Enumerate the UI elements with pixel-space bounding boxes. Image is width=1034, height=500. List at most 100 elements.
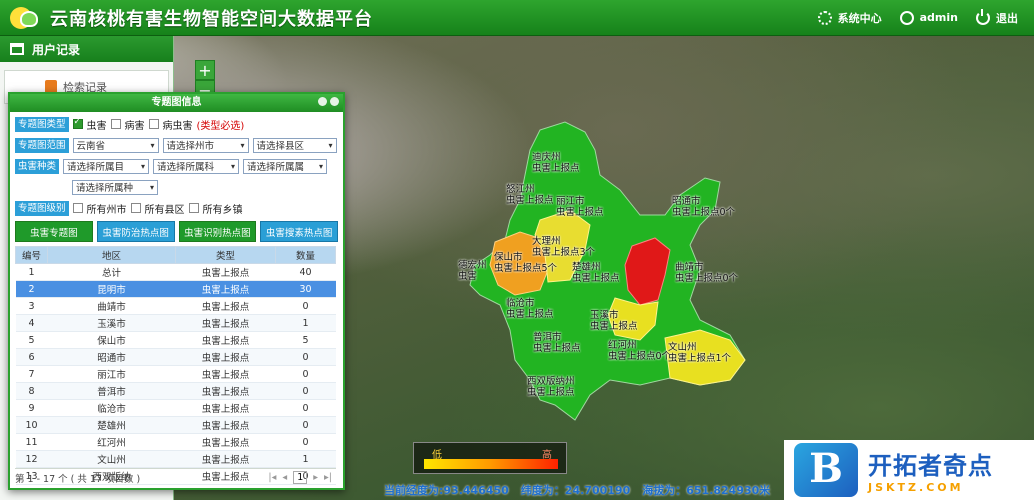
watermark-logo: B bbox=[788, 443, 858, 497]
cell-id: 1 bbox=[15, 263, 48, 281]
cell-count: 0 bbox=[275, 297, 336, 315]
cell-type: 虫害上报点 bbox=[175, 263, 276, 281]
cell-region: 曲靖市 bbox=[47, 297, 176, 315]
table-row[interactable]: 6 昭通市 虫害上报点 0 bbox=[15, 348, 336, 366]
col-header-region[interactable]: 地区 bbox=[47, 246, 176, 264]
col-header-type[interactable]: 类型 bbox=[175, 246, 276, 264]
cell-count: 1 bbox=[275, 450, 336, 468]
close-icon[interactable] bbox=[330, 97, 339, 106]
tab-pest-identify-hotspot[interactable]: 虫害识别热点图 bbox=[178, 221, 257, 242]
cell-count: 0 bbox=[275, 382, 336, 400]
stats-table: 编号 地区 类型 数量 1 总计 虫害上报点 40 2 昆明市 虫害上报点 30 3 曲靖市 虫害上… bbox=[15, 246, 336, 485]
first-page-icon[interactable]: |◂ bbox=[268, 472, 276, 483]
cell-type: 虫害上报点 bbox=[175, 314, 276, 332]
dialog-titlebar[interactable]: 专题图信息 bbox=[10, 94, 343, 112]
last-page-icon[interactable]: ▸| bbox=[324, 472, 332, 483]
checkbox-pest-disease[interactable] bbox=[148, 119, 159, 129]
table-row[interactable]: 8 普洱市 虫害上报点 0 bbox=[15, 382, 336, 400]
tab-pest-thematic[interactable]: 虫害专题图 bbox=[15, 221, 93, 242]
table-row[interactable]: 10 楚雄州 虫害上报点 0 bbox=[15, 416, 336, 434]
gear-icon bbox=[817, 10, 832, 25]
cell-id: 9 bbox=[15, 399, 48, 417]
table-row[interactable]: 5 保山市 虫害上报点 5 bbox=[15, 331, 336, 349]
cell-region: 总计 bbox=[47, 263, 176, 281]
cell-type: 虫害上报点 bbox=[175, 382, 276, 400]
cell-count: 30 bbox=[275, 280, 336, 298]
level-label: 专题图级别 bbox=[15, 200, 69, 216]
pager-info: 第 1 - 17 个 ( 共 17 项目数 ) bbox=[15, 473, 141, 485]
map-label-honghe: 红河州 虫害上报点0个 bbox=[608, 340, 672, 362]
order-select[interactable]: 请选择所属目 bbox=[63, 158, 150, 174]
cell-region: 红河州 bbox=[47, 433, 176, 451]
cell-region: 昆明市 bbox=[47, 280, 176, 298]
col-header-id[interactable]: 编号 bbox=[15, 246, 48, 264]
checkbox-disease[interactable] bbox=[110, 119, 121, 129]
species-row: 虫害种类 请选择所属目 请选择所属科 请选择所属属 bbox=[10, 157, 343, 175]
cell-type: 虫害上报点 bbox=[175, 280, 276, 298]
pager: 第 1 - 17 个 ( 共 17 项目数 ) |◂ ◂ 1 ▸ ▸| bbox=[15, 468, 336, 486]
tab-pest-control-hotspot[interactable]: 虫害防治热点图 bbox=[96, 221, 175, 242]
cell-type: 虫害上报点 bbox=[175, 399, 276, 417]
map-type-tabs: 虫害专题图 虫害防治热点图 虫害识别热点图 虫害搜素热点图 bbox=[10, 217, 343, 246]
map-label-dehong: 德宏州 虫害 bbox=[458, 260, 487, 282]
type-row: 专题图类型 虫害 病害 病虫害 (类型必选) bbox=[10, 115, 343, 133]
map-label-qujing: 曲靖市 虫害上报点0个 bbox=[675, 262, 739, 284]
checkbox-all-cities-label: 所有州市 bbox=[86, 204, 127, 216]
watermark-main: 开拓者奇点 bbox=[868, 452, 993, 480]
table-row[interactable]: 7 丽江市 虫害上报点 0 bbox=[15, 365, 336, 383]
cell-count: 0 bbox=[275, 399, 336, 417]
cell-id: 5 bbox=[15, 331, 48, 349]
county-select[interactable]: 请选择县区 bbox=[252, 137, 337, 153]
user-icon bbox=[899, 10, 914, 25]
map-label-lincang: 临沧市 虫害上报点 bbox=[506, 298, 554, 320]
checkbox-all-towns[interactable] bbox=[188, 203, 199, 213]
dialog-title: 专题图信息 bbox=[151, 97, 202, 108]
map-label-wenshan: 文山州 虫害上报点1个 bbox=[668, 342, 732, 364]
checkbox-all-counties[interactable] bbox=[130, 203, 141, 213]
checkbox-all-counties-label: 所有县区 bbox=[144, 204, 185, 216]
map-label-xishuangbanna: 西双版纳州 虫害上报点 bbox=[527, 376, 575, 398]
table-row[interactable]: 9 临沧市 虫害上报点 0 bbox=[15, 399, 336, 417]
table-row[interactable]: 3 曲靖市 虫害上报点 0 bbox=[15, 297, 336, 315]
checkbox-pest[interactable] bbox=[72, 117, 83, 129]
stats-table-body: 1 总计 虫害上报点 40 2 昆明市 虫害上报点 30 3 曲靖市 虫害上报点 0 4 玉溪市 虫害上报点… bbox=[15, 263, 336, 485]
cell-type: 虫害上报点 bbox=[175, 416, 276, 434]
checkbox-all-cities[interactable] bbox=[72, 203, 83, 213]
species-select[interactable]: 请选择所属种 bbox=[72, 179, 158, 195]
cell-region: 丽江市 bbox=[47, 365, 176, 383]
table-row[interactable]: 1 总计 虫害上报点 40 bbox=[15, 263, 336, 281]
watermark-sub: JSKTZ.COM bbox=[868, 481, 964, 494]
map-label-zhaotong: 昭通市 虫害上报点0个 bbox=[672, 196, 736, 218]
cell-count: 5 bbox=[275, 331, 336, 349]
table-row[interactable]: 12 文山州 虫害上报点 1 bbox=[15, 450, 336, 468]
current-page[interactable]: 1 bbox=[293, 471, 308, 484]
user-menu[interactable]: admin bbox=[899, 10, 958, 25]
table-row[interactable]: 11 红河州 虫害上报点 0 bbox=[15, 433, 336, 451]
next-page-icon[interactable]: ▸ bbox=[313, 472, 318, 483]
city-select[interactable]: 请选择州市 bbox=[162, 137, 249, 153]
province-select[interactable]: 云南省 bbox=[72, 137, 159, 153]
checkbox-disease-label: 病害 bbox=[124, 120, 145, 132]
user-records-header: 用户记录 bbox=[0, 36, 173, 62]
col-header-count[interactable]: 数量 bbox=[275, 246, 336, 264]
map-label-chuxiong: 楚雄州 虫害上报点 bbox=[572, 262, 620, 284]
cell-region: 玉溪市 bbox=[47, 314, 176, 332]
zoom-in-button[interactable]: + bbox=[195, 60, 215, 80]
family-select[interactable]: 请选择所属科 bbox=[153, 158, 240, 174]
cell-region: 文山州 bbox=[47, 450, 176, 468]
prev-page-icon[interactable]: ◂ bbox=[282, 472, 287, 483]
cell-type: 虫害上报点 bbox=[175, 331, 276, 349]
table-row[interactable]: 2 昆明市 虫害上报点 30 bbox=[15, 280, 336, 298]
level-row: 专题图级别 所有州市 所有县区 所有乡镇 bbox=[10, 199, 343, 217]
logout-button[interactable]: 退出 bbox=[976, 8, 1018, 26]
system-center-button[interactable]: 系统中心 bbox=[817, 10, 882, 26]
tab-pest-search-hotspot[interactable]: 虫害搜素热点图 bbox=[260, 221, 338, 242]
cell-region: 临沧市 bbox=[47, 399, 176, 417]
cell-count: 40 bbox=[275, 263, 336, 281]
map-label-yuxi: 玉溪市 虫害上报点 bbox=[590, 310, 638, 332]
cell-count: 1 bbox=[275, 314, 336, 332]
table-row[interactable]: 4 玉溪市 虫害上报点 1 bbox=[15, 314, 336, 332]
genus-select[interactable]: 请选择所属属 bbox=[243, 158, 328, 174]
settings-icon[interactable] bbox=[318, 97, 327, 106]
cell-count: 0 bbox=[275, 348, 336, 366]
